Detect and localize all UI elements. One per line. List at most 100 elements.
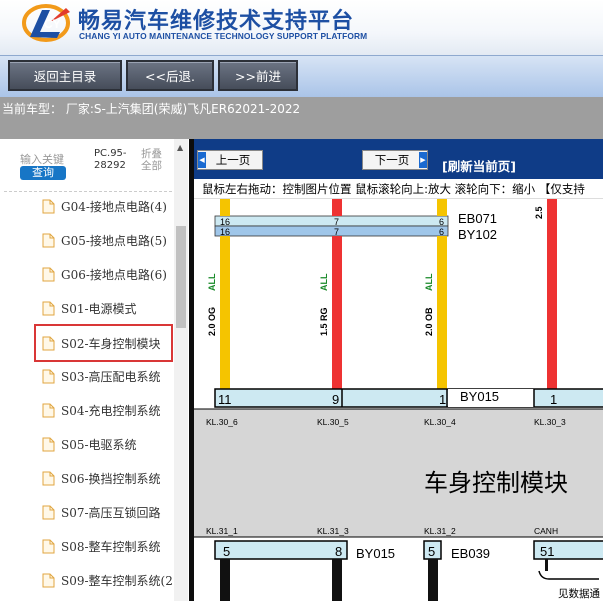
top-pin-r1-3: 6 — [439, 217, 444, 227]
top-pin-r2-2: 7 — [334, 227, 339, 237]
tree-item[interactable]: G05-接地点电路(5) — [36, 226, 167, 254]
tree-item-label: S07-高压互锁回路 — [61, 505, 161, 520]
tree-item[interactable]: S02-车身控制模块 — [34, 324, 173, 362]
bottom-pin-3: 5 — [428, 544, 435, 559]
tree-item-label: S01-电源模式 — [61, 301, 137, 316]
file-icon — [42, 539, 55, 553]
tree-item[interactable]: S05-电驱系统 — [36, 430, 137, 458]
wire-red-1-top — [332, 199, 342, 216]
file-icon — [42, 336, 55, 350]
connector-bar-top1 — [214, 215, 449, 227]
right-arrow-icon: ▶ — [419, 152, 427, 168]
usage-hint: 鼠标左右拖动：控制图片位置 鼠标滚轮向上:放大 滚轮向下：缩小 【仅支持 — [194, 179, 603, 199]
tree-item[interactable]: S09-整车控制系统(2 — [36, 566, 173, 594]
fold-line1: 折叠 — [141, 148, 162, 160]
wire1-spec: 2.0 OG — [207, 307, 217, 336]
tree-item[interactable]: S08-整车控制系统 — [36, 532, 161, 560]
file-icon — [42, 267, 55, 281]
left-arrow-icon: ◀ — [198, 152, 206, 168]
tree-item[interactable]: G06-接地点电路(6) — [36, 260, 167, 288]
term-top-4: KL.30_3 — [534, 417, 566, 427]
term-top-2: KL.30_5 — [317, 417, 349, 427]
next-page-label: 下一页 — [374, 153, 410, 167]
connector-eb071: EB071 — [458, 211, 497, 226]
connector-by015-bottom-label: BY015 — [356, 546, 395, 561]
connector-eb039-label: EB039 — [451, 546, 490, 561]
platform-subtitle: CHANG YI AUTO MAINTENANCE TECHNOLOGY SUP… — [79, 31, 368, 41]
connector-by015-mid: BY015 — [460, 389, 499, 404]
wire1-all: ALL — [207, 273, 217, 291]
tree-item[interactable]: S03-高压配电系统 — [36, 362, 161, 390]
tree-item[interactable]: S07-高压互锁回路 — [36, 498, 161, 526]
mid-pin-1: 11 — [218, 392, 232, 407]
file-icon — [42, 199, 55, 213]
pc-code-line1: PC.95- — [94, 148, 127, 159]
back-button[interactable]: <<后退. — [126, 60, 214, 91]
tree-item[interactable]: S06-换挡控制系统 — [36, 464, 161, 492]
wire4-spec: 2.5 — [534, 206, 544, 219]
module-name: 车身控制模块 — [424, 470, 568, 497]
sidebar-scrollbar[interactable]: ▲ — [174, 139, 188, 601]
mid-pin-2: 9 — [332, 392, 339, 407]
mid-pin-3: 1 — [439, 392, 446, 407]
wire-yellow-1 — [220, 236, 230, 389]
scroll-up-arrow-icon[interactable]: ▲ — [177, 143, 183, 152]
keyword-label[interactable]: 输入关键 — [20, 151, 64, 167]
connector-by015-top — [214, 388, 603, 408]
file-icon — [42, 471, 55, 485]
tree-item-label: S06-换挡控制系统 — [61, 471, 161, 486]
wire-black-2 — [332, 559, 342, 601]
tree-item-label: S03-高压配电系统 — [61, 369, 161, 384]
tree-item-label: G04-接地点电路(4) — [61, 199, 167, 214]
wiring-diagram[interactable]: 16 7 6 16 7 6 EB071 BY102 ALL 2.0 OG ALL… — [194, 199, 603, 601]
file-icon — [42, 437, 55, 451]
header-banner: CY 畅易汽车维修技术支持平台 CHANG YI AUTO MAINTENANC… — [0, 0, 603, 55]
term-top-1: KL.30_6 — [206, 417, 238, 427]
tree-item-label: G05-接地点电路(5) — [61, 233, 167, 248]
query-button[interactable]: 查询 — [20, 166, 66, 180]
scroll-thumb[interactable] — [176, 226, 186, 328]
connector-by102: BY102 — [458, 227, 497, 242]
wire-black-1 — [220, 559, 230, 601]
next-page-button[interactable]: 下一页 ▶ — [362, 150, 428, 170]
refresh-link[interactable]: [刷新当前页] — [442, 156, 516, 175]
top-pin-r2-3: 6 — [439, 227, 444, 237]
file-icon — [42, 573, 55, 587]
tree-item-label: S09-整车控制系统(2 — [61, 573, 173, 588]
file-icon — [42, 301, 55, 315]
fold-line2: 全部 — [141, 160, 162, 172]
term-bottom-4: CANH — [534, 526, 558, 536]
svg-text:CY: CY — [44, 17, 61, 31]
file-icon — [42, 369, 55, 383]
wire-red-1 — [332, 236, 342, 389]
tree-item-label: S02-车身控制模块 — [61, 336, 161, 351]
top-pin-r1-2: 7 — [334, 217, 339, 227]
wire-yellow-2-top — [437, 199, 447, 216]
tree-item-label: G06-接地点电路(6) — [61, 267, 167, 282]
vehicle-model-text: 当前车型： 厂家:S-上汽集团(荣威)飞凡ER62021-2022 — [2, 102, 301, 116]
forward-button[interactable]: >>前进 — [218, 60, 298, 91]
connector-bar-top2 — [214, 225, 449, 237]
bracket-line — [538, 570, 599, 580]
diagram-viewer: ◀ 上一页 下一页 ▶ [刷新当前页] 鼠标左右拖动：控制图片位置 鼠标滚轮向上… — [194, 139, 603, 601]
term-bottom-2: KL.31_3 — [317, 526, 349, 536]
vehicle-bar: 当前车型： 厂家:S-上汽集团(荣威)飞凡ER62021-2022 — [0, 97, 603, 139]
file-icon — [42, 403, 55, 417]
tree-item[interactable]: S01-电源模式 — [36, 294, 137, 322]
home-button[interactable]: 返回主目录 — [8, 60, 122, 91]
file-icon — [42, 233, 55, 247]
file-icon — [42, 505, 55, 519]
sidebar: 输入关键 查询 PC.95- 28292 折叠 全部 G04-接地点电路(4) G… — [0, 139, 194, 601]
fold-all-button[interactable]: 折叠 全部 — [141, 148, 167, 172]
tree-item[interactable]: G04-接地点电路(4) — [36, 192, 167, 220]
prev-page-button[interactable]: ◀ 上一页 — [197, 150, 263, 170]
wire-black-3 — [428, 559, 438, 601]
tree-item[interactable]: S04-充电控制系统 — [36, 396, 161, 424]
viewer-toolbar: ◀ 上一页 下一页 ▶ [刷新当前页] — [194, 139, 603, 179]
bottom-pin-1: 5 — [223, 544, 230, 559]
tree-item-label: S08-整车控制系统 — [61, 539, 161, 554]
cy-logo-icon: CY — [22, 4, 70, 42]
pc-code: PC.95- 28292 — [94, 148, 130, 172]
tree-item-label: S05-电驱系统 — [61, 437, 137, 452]
bottom-note: 见数据通 — [558, 587, 600, 600]
